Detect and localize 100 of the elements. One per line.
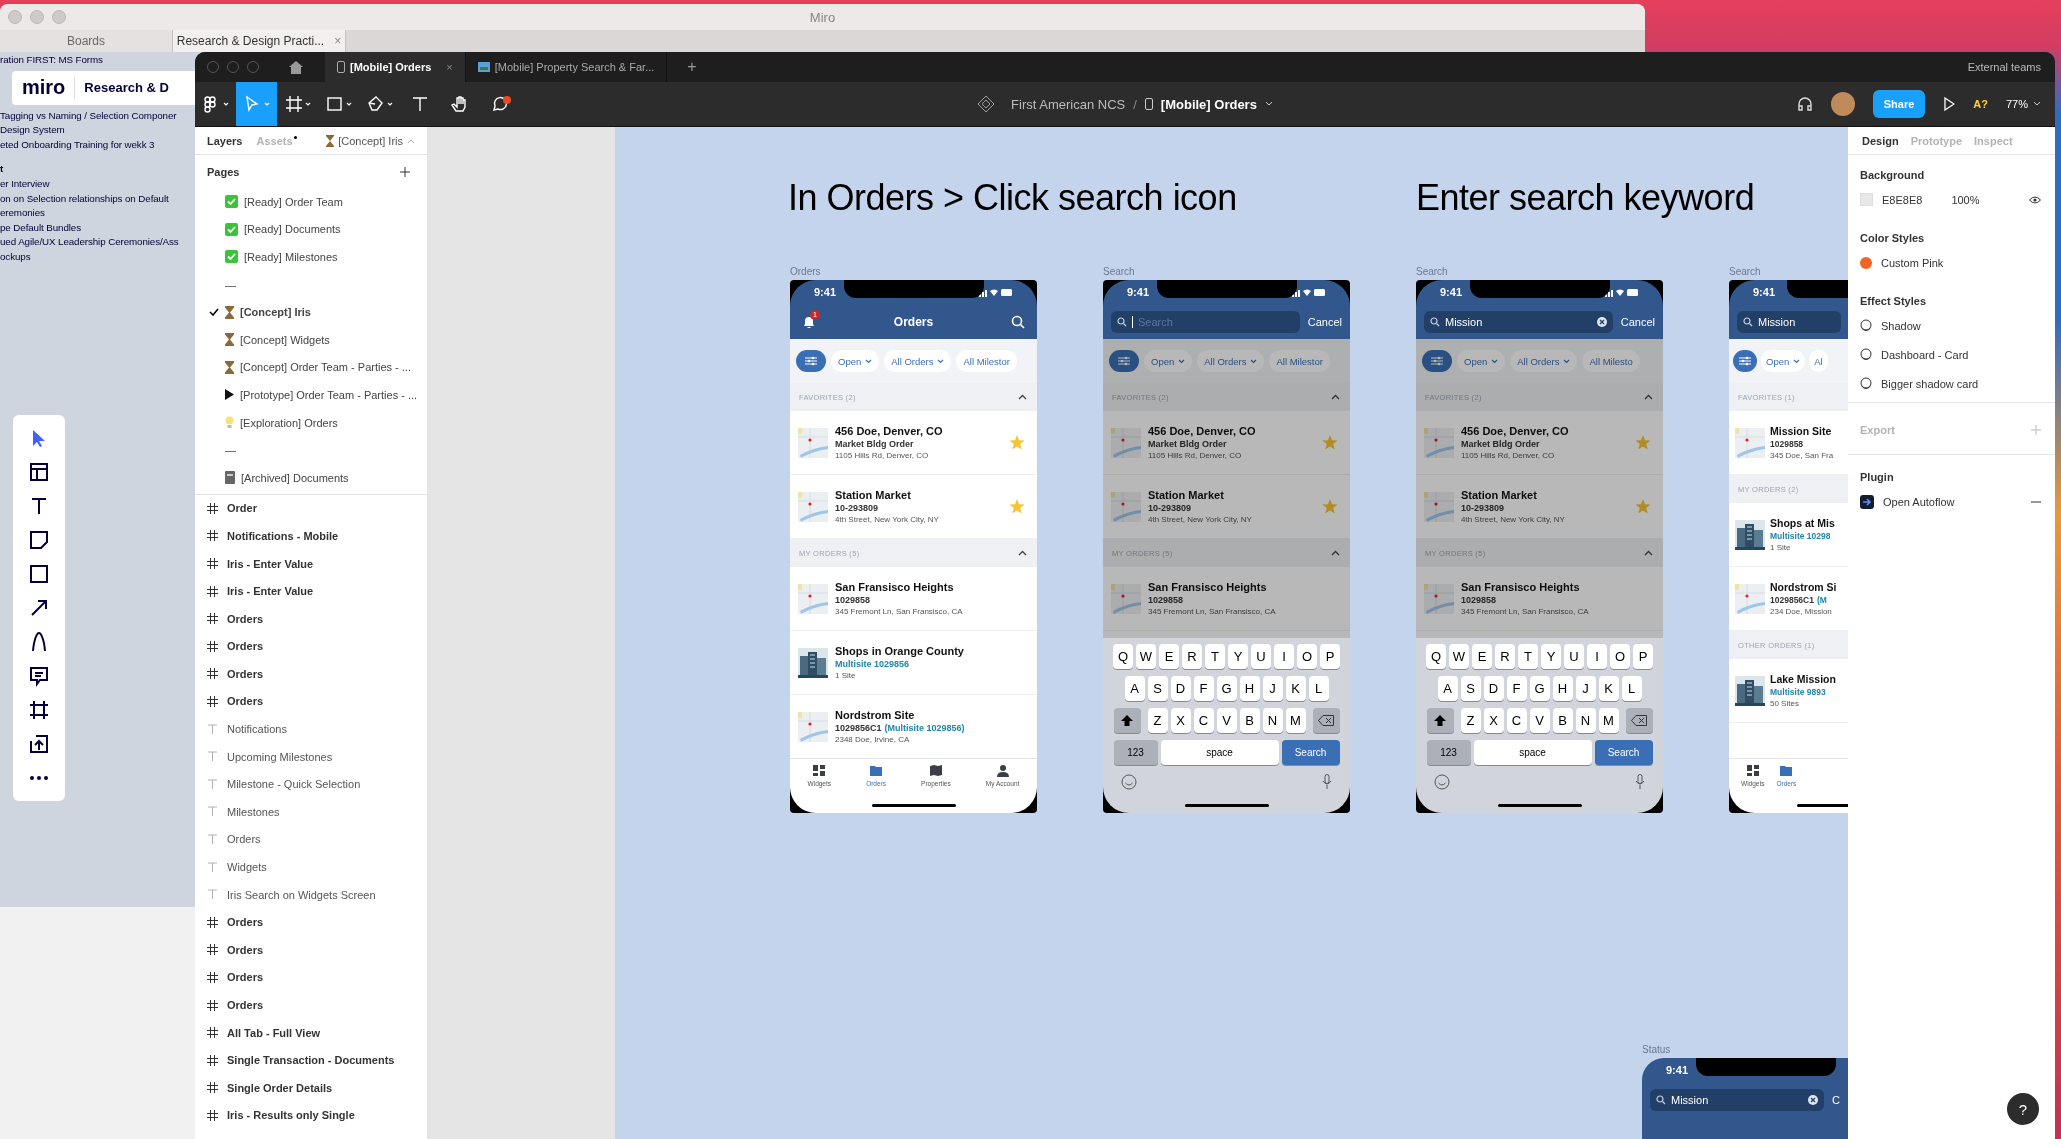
numbers-key[interactable]: 123 [1113, 740, 1158, 765]
filter-chip[interactable]: All Milesto [1582, 350, 1640, 372]
microphone-icon[interactable] [1322, 774, 1332, 790]
headphones-icon[interactable] [1796, 96, 1813, 112]
clear-icon[interactable] [1808, 1094, 1819, 1105]
keyboard-key[interactable]: B [1239, 708, 1260, 733]
keyboard-key[interactable]: S [1147, 676, 1168, 701]
keyboard-key[interactable]: G [1216, 676, 1237, 701]
keyboard-key[interactable]: D [1483, 676, 1504, 701]
keyboard-key[interactable]: E [1159, 644, 1179, 669]
keyboard-key[interactable]: M [1285, 708, 1306, 733]
shift-key[interactable] [1426, 708, 1454, 733]
panel-tab[interactable]: Design [1862, 134, 1899, 147]
comment-icon[interactable] [28, 664, 50, 687]
cancel-button[interactable]: Cancel [1307, 315, 1342, 328]
layer-item[interactable]: Orders [195, 660, 427, 688]
star-icon[interactable] [1009, 435, 1025, 450]
page-picker[interactable]: [Concept] Iris [326, 134, 415, 147]
file-name[interactable]: [Mobile] Orders [1160, 96, 1257, 112]
keyboard-key[interactable]: Z [1147, 708, 1168, 733]
layer-item[interactable]: Orders [195, 908, 427, 937]
filter-chip[interactable]: Open [831, 350, 880, 372]
delete-key[interactable] [1625, 708, 1653, 733]
play-icon[interactable] [1943, 97, 1956, 111]
clear-icon[interactable] [1596, 316, 1607, 327]
delete-key[interactable] [1312, 708, 1340, 733]
avatar[interactable] [1830, 92, 1855, 116]
search-key[interactable]: Search [1281, 740, 1340, 765]
keyboard-key[interactable]: X [1170, 708, 1191, 733]
star-icon[interactable] [1322, 435, 1338, 450]
layer-item[interactable]: Iris Search on Widgets Screen [195, 880, 427, 909]
keyboard-key[interactable]: W [1136, 644, 1156, 669]
keyboard-key[interactable]: M [1598, 708, 1619, 733]
browser-tab[interactable]: Boards [0, 30, 173, 52]
keyboard-key[interactable]: Q [1426, 644, 1446, 669]
multisite-link[interactable]: (Multisite 1029856) [884, 723, 965, 733]
style-name[interactable]: Shadow [1881, 319, 1921, 332]
keyboard-key[interactable]: W [1449, 644, 1469, 669]
page-item[interactable]: [Concept] Iris [195, 298, 427, 326]
keyboard-key[interactable]: C [1193, 708, 1214, 733]
layer-item[interactable]: Milestone - Quick Selection [195, 770, 427, 799]
star-icon[interactable] [1322, 499, 1338, 514]
layer-item[interactable]: Single Transaction - Documents [195, 1046, 427, 1074]
help-button[interactable]: ? [2007, 1093, 2039, 1125]
cancel-button[interactable]: Cancel [1620, 315, 1655, 328]
search-icon[interactable] [1011, 314, 1025, 329]
layer-item[interactable]: Widgets [195, 853, 427, 881]
filter-chip[interactable]: Open [1144, 350, 1193, 372]
keyboard-key[interactable]: U [1564, 644, 1584, 669]
upload-icon[interactable] [28, 732, 50, 755]
layer-item[interactable]: Notifications [195, 715, 427, 743]
file-tab[interactable]: [Mobile] Orders × [325, 52, 466, 82]
space-key[interactable]: space [1160, 740, 1279, 765]
file-tab[interactable]: [Mobile] Property Search & Far... [465, 52, 668, 82]
page-item[interactable]: [Ready] Milestones [195, 243, 427, 271]
home-icon[interactable] [289, 60, 303, 74]
keyboard-key[interactable]: I [1587, 644, 1607, 669]
multisite-link[interactable]: (M [1816, 595, 1827, 605]
keyboard-key[interactable]: R [1495, 644, 1515, 669]
page-item[interactable]: — [195, 270, 427, 299]
keyboard-key[interactable]: L [1621, 676, 1642, 701]
layer-item[interactable]: Orders [195, 936, 427, 964]
layer-item[interactable]: Single Order Details [195, 1074, 427, 1102]
keyboard-key[interactable]: G [1529, 676, 1550, 701]
search-field[interactable]: Mission [1424, 310, 1613, 333]
emoji-icon[interactable] [1121, 774, 1137, 790]
shift-key[interactable] [1113, 708, 1141, 733]
keyboard-key[interactable]: N [1575, 708, 1596, 733]
numbers-key[interactable]: 123 [1426, 740, 1471, 765]
keyboard-key[interactable]: V [1216, 708, 1237, 733]
multisite-link[interactable]: Multisite 9893 [1770, 687, 1826, 697]
keyboard-key[interactable]: B [1552, 708, 1573, 733]
keyboard-key[interactable]: X [1483, 708, 1504, 733]
layer-item[interactable]: Iris - Enter Value [195, 549, 427, 578]
keyboard-key[interactable]: A [1124, 676, 1145, 701]
filter-chip[interactable]: All Milestor [956, 350, 1017, 372]
new-tab-button[interactable]: + [687, 58, 697, 76]
page-item[interactable]: [Concept] Order Team - Parties - ... [195, 353, 427, 382]
keyboard-key[interactable]: C [1506, 708, 1527, 733]
keyboard-key[interactable]: A [1437, 676, 1458, 701]
page-item[interactable]: [Exploration] Orders [195, 408, 427, 437]
star-icon[interactable] [1635, 499, 1651, 514]
keyboard-key[interactable]: V [1529, 708, 1550, 733]
layer-item[interactable]: Orders [195, 963, 427, 992]
star-icon[interactable] [1009, 499, 1025, 514]
keyboard-key[interactable]: I [1274, 644, 1294, 669]
page-item[interactable]: — [195, 436, 427, 464]
filter-chip[interactable]: All Orders [884, 350, 952, 372]
layout-icon[interactable] [28, 460, 50, 483]
keyboard-key[interactable]: T [1518, 644, 1538, 669]
page-item[interactable]: [Archived] Documents [195, 463, 427, 492]
add-icon[interactable] [399, 165, 411, 178]
layer-item[interactable]: Orders [195, 632, 427, 661]
team-name[interactable]: First American NCS [1011, 96, 1126, 112]
keyboard-key[interactable]: P [1320, 644, 1340, 669]
filter-chip[interactable]: Open [1761, 350, 1806, 372]
filter-chip[interactable]: Open [1457, 350, 1506, 372]
opacity-value[interactable]: 100% [1951, 193, 1980, 206]
space-key[interactable]: space [1473, 740, 1592, 765]
layer-item[interactable]: All Tab - Full View [195, 1018, 427, 1047]
